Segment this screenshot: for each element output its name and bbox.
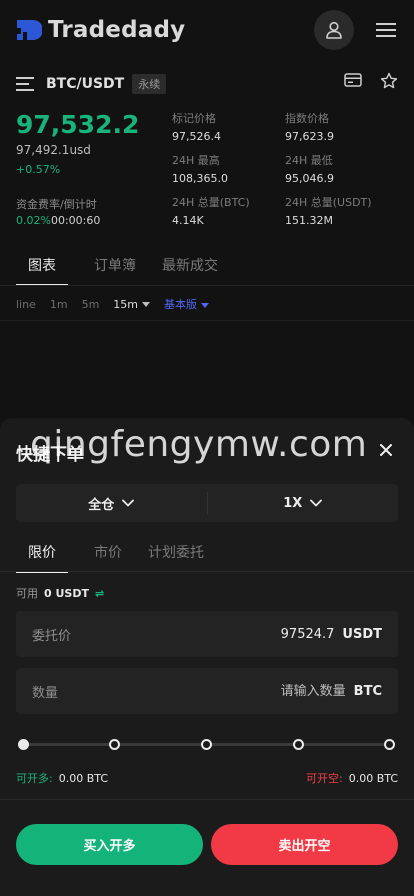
margin-mode-label: 全仓	[88, 497, 115, 513]
stat-value: 108,365.0	[172, 172, 228, 185]
price-field-label: 委托价	[32, 628, 72, 644]
card-icon[interactable]	[344, 72, 362, 88]
user-button[interactable]	[314, 10, 354, 50]
quick-order-sheet: 快捷下单 全仓 1X 限价 市价 计划委托 可用 0 USDT ⇌ 委托价 US…	[0, 418, 414, 896]
tab-market[interactable]: 市价	[94, 538, 122, 573]
sell-short-button[interactable]: 卖出开空	[211, 824, 398, 865]
order-tabs-divider	[0, 571, 414, 572]
stat-label: 24H 最高	[172, 154, 220, 167]
stat-label: 24H 最低	[285, 154, 333, 167]
brand-logo[interactable]: Tradedady	[16, 17, 185, 43]
order-quantity-field[interactable]: 数量 BTC	[16, 668, 398, 714]
price-change: +0.57%	[16, 163, 61, 176]
watermark-text: qingfengymw.com	[30, 424, 368, 465]
close-icon[interactable]	[378, 442, 394, 458]
sheet-divider	[0, 799, 414, 800]
funding-countdown: 00:00:60	[50, 214, 101, 227]
tab-trigger-order[interactable]: 计划委托	[148, 538, 204, 573]
quantity-unit: BTC	[353, 683, 382, 699]
caret-down-icon	[201, 302, 210, 308]
user-icon	[326, 21, 342, 39]
app-name: Tradedady	[48, 17, 186, 43]
interval-1m[interactable]: 1m	[50, 298, 68, 311]
stat-value: 95,046.9	[285, 172, 334, 185]
leverage-label: 1X	[283, 495, 303, 511]
stat-24h-volume-usdt: 24H 总量(USDT) 151.32M	[285, 194, 372, 227]
logo-icon	[16, 17, 43, 43]
transfer-swap-icon[interactable]: ⇌	[95, 587, 104, 600]
hamburger-menu-icon	[376, 23, 396, 37]
stat-24h-volume-btc: 24H 总量(BTC) 4.14K	[172, 194, 250, 227]
open-long-capacity: 可开多: 0.00 BTC	[16, 770, 108, 786]
pair-symbol[interactable]: BTC/USDT	[46, 76, 124, 92]
chart-version-dropdown[interactable]: 基本版	[164, 296, 210, 312]
chevron-down-icon	[310, 499, 323, 507]
stat-index-price: 指数价格 97,623.9	[285, 110, 334, 143]
chevron-down-icon	[122, 499, 135, 507]
usd-price: 97,492.1usd	[16, 143, 91, 157]
funding-value: 0.02%00:00:60	[16, 214, 100, 227]
app-header: Tradedady	[0, 0, 414, 60]
order-type-tabs: 限价 市价 计划委托	[16, 538, 204, 573]
leverage-dropdown[interactable]: 1X	[208, 484, 399, 522]
perpetual-tag: 永续	[132, 74, 167, 94]
open-short-value: 0.00 BTC	[348, 772, 398, 785]
slider-stop-75[interactable]	[293, 739, 304, 750]
tabs-divider	[0, 285, 414, 286]
available-balance: 可用 0 USDT ⇌	[16, 585, 104, 601]
interval-line[interactable]: line	[16, 298, 36, 311]
stat-value: 97,623.9	[285, 130, 334, 143]
slider-stop-50[interactable]	[201, 739, 212, 750]
stat-label: 24H 总量(USDT)	[285, 196, 372, 209]
open-capacity-row: 可开多: 0.00 BTC 可开空: 0.00 BTC	[16, 770, 398, 786]
stat-value: 4.14K	[172, 214, 204, 227]
price-summary: 97,532.2 97,492.1usd +0.57%	[16, 110, 139, 176]
funding-rate: 0.02%	[16, 214, 51, 227]
price-unit: USDT	[342, 626, 382, 642]
available-label: 可用	[16, 587, 38, 600]
tab-latest-trades[interactable]: 最新成交	[162, 255, 218, 286]
chart-area-divider	[0, 320, 414, 321]
interval-selected-dropdown[interactable]: 15m	[113, 297, 151, 311]
open-long-label: 可开多:	[16, 772, 53, 785]
margin-mode-dropdown[interactable]: 全仓	[16, 484, 207, 522]
quantity-input[interactable]	[235, 683, 346, 699]
hamburger-menu-button[interactable]	[374, 18, 398, 42]
tab-limit[interactable]: 限价	[16, 538, 68, 573]
slider-stop-0[interactable]	[18, 739, 29, 750]
quantity-field-label: 数量	[32, 685, 59, 701]
interval-selected-label: 15m	[113, 297, 139, 311]
open-long-value: 0.00 BTC	[58, 772, 109, 785]
price-input[interactable]	[224, 626, 335, 642]
chart-version-label: 基本版	[164, 298, 198, 311]
available-amount: 0 USDT	[44, 586, 89, 600]
pair-selector-row: BTC/USDT 永续	[16, 70, 398, 98]
interval-5m[interactable]: 5m	[82, 298, 100, 311]
order-price-field[interactable]: 委托价 USDT	[16, 611, 398, 657]
stat-mark-price: 标记价格 97,526.4	[172, 110, 221, 143]
chart-interval-bar: line 1m 5m 15m 基本版	[16, 296, 210, 312]
stat-label: 指数价格	[285, 112, 329, 125]
stat-value: 97,526.4	[172, 130, 221, 143]
stat-label: 标记价格	[172, 112, 216, 125]
open-short-label: 可开空:	[305, 772, 343, 785]
last-price: 97,532.2	[16, 110, 140, 139]
tab-orderbook[interactable]: 订单簿	[94, 255, 136, 286]
slider-stop-100[interactable]	[384, 739, 395, 750]
market-tabs: 图表 订单簿 最新成交	[16, 255, 218, 286]
margin-leverage-row: 全仓 1X	[16, 484, 398, 522]
buy-long-button[interactable]: 买入开多	[16, 824, 203, 865]
stat-24h-low: 24H 最低 95,046.9	[285, 152, 334, 185]
funding-label: 资金费率/倒计时	[16, 198, 97, 211]
list-icon[interactable]	[16, 77, 36, 91]
tab-chart[interactable]: 图表	[16, 255, 68, 286]
caret-down-icon	[142, 302, 151, 307]
star-icon[interactable]	[380, 72, 398, 90]
stat-24h-high: 24H 最高 108,365.0	[172, 152, 228, 185]
quantity-percent-slider[interactable]	[18, 738, 396, 752]
open-short-capacity: 可开空: 0.00 BTC	[306, 770, 398, 786]
slider-stop-25[interactable]	[109, 739, 120, 750]
stat-label: 24H 总量(BTC)	[172, 196, 250, 209]
stat-value: 151.32M	[285, 214, 333, 227]
